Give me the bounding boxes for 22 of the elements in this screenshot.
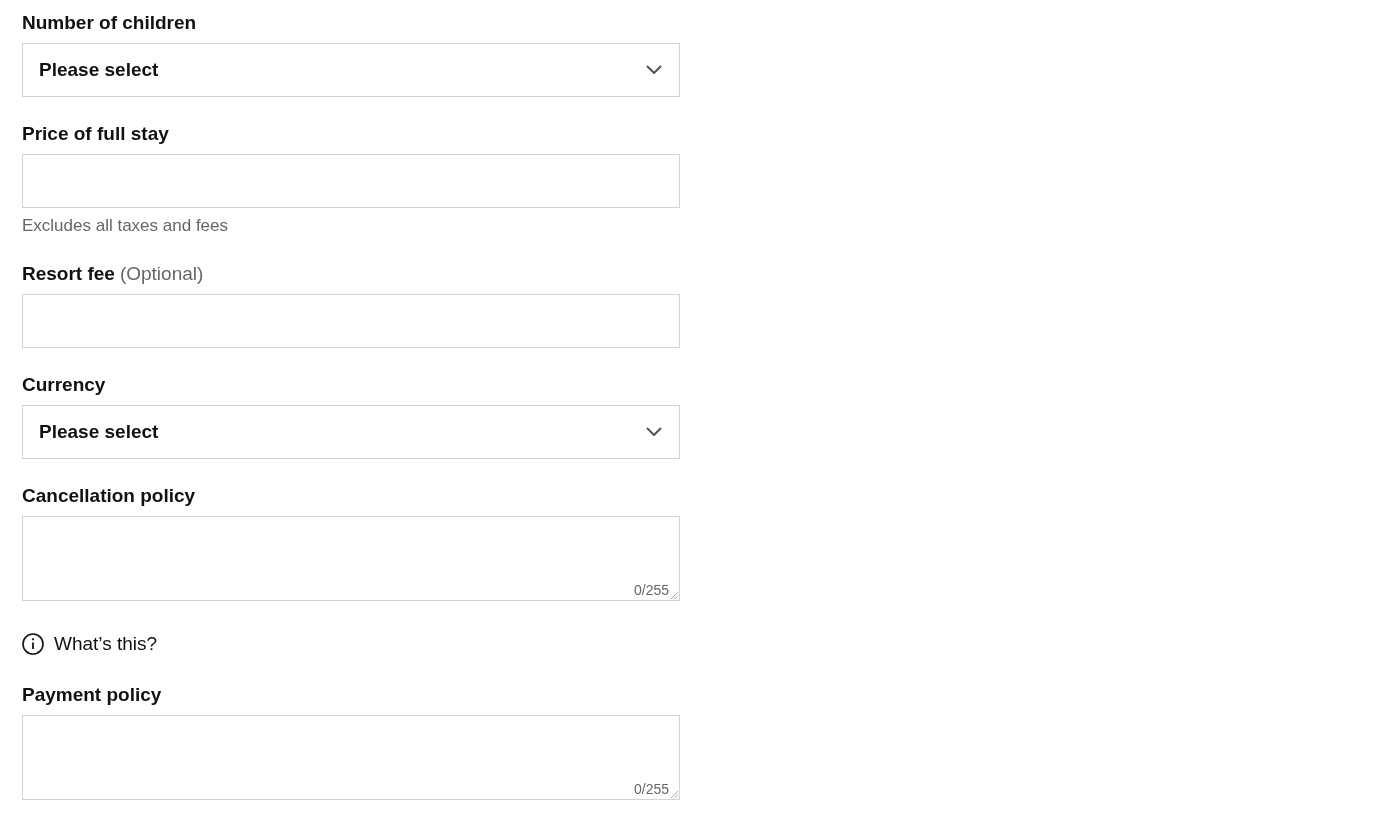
- field-label: Cancellation policy: [22, 484, 196, 508]
- whats-this-link[interactable]: What’s this?: [22, 632, 158, 656]
- field-label: Price of full stay: [22, 122, 169, 146]
- chevron-down-icon: [646, 427, 662, 437]
- text-area-field[interactable]: [22, 715, 680, 800]
- field-label: Resort fee: [22, 262, 115, 286]
- text-area-field[interactable]: [22, 516, 680, 601]
- resize-handle-icon[interactable]: [670, 790, 678, 798]
- character-counter: 0/255: [633, 582, 669, 598]
- select-field[interactable]: Please select: [22, 43, 680, 97]
- chevron-down-icon: [646, 65, 662, 75]
- field-hint: Excludes all taxes and fees: [22, 215, 228, 237]
- character-counter: 0/255: [633, 781, 669, 797]
- field-label: Currency: [22, 373, 106, 397]
- resize-handle-icon[interactable]: [670, 591, 678, 599]
- info-icon: [22, 633, 44, 655]
- input-field[interactable]: [22, 154, 680, 208]
- field-label: Number of children: [22, 11, 197, 35]
- field-label: Payment policy: [22, 683, 162, 707]
- select-field[interactable]: Please select: [22, 405, 680, 459]
- input-field[interactable]: [22, 294, 680, 348]
- optional-note: (Optional): [119, 262, 204, 286]
